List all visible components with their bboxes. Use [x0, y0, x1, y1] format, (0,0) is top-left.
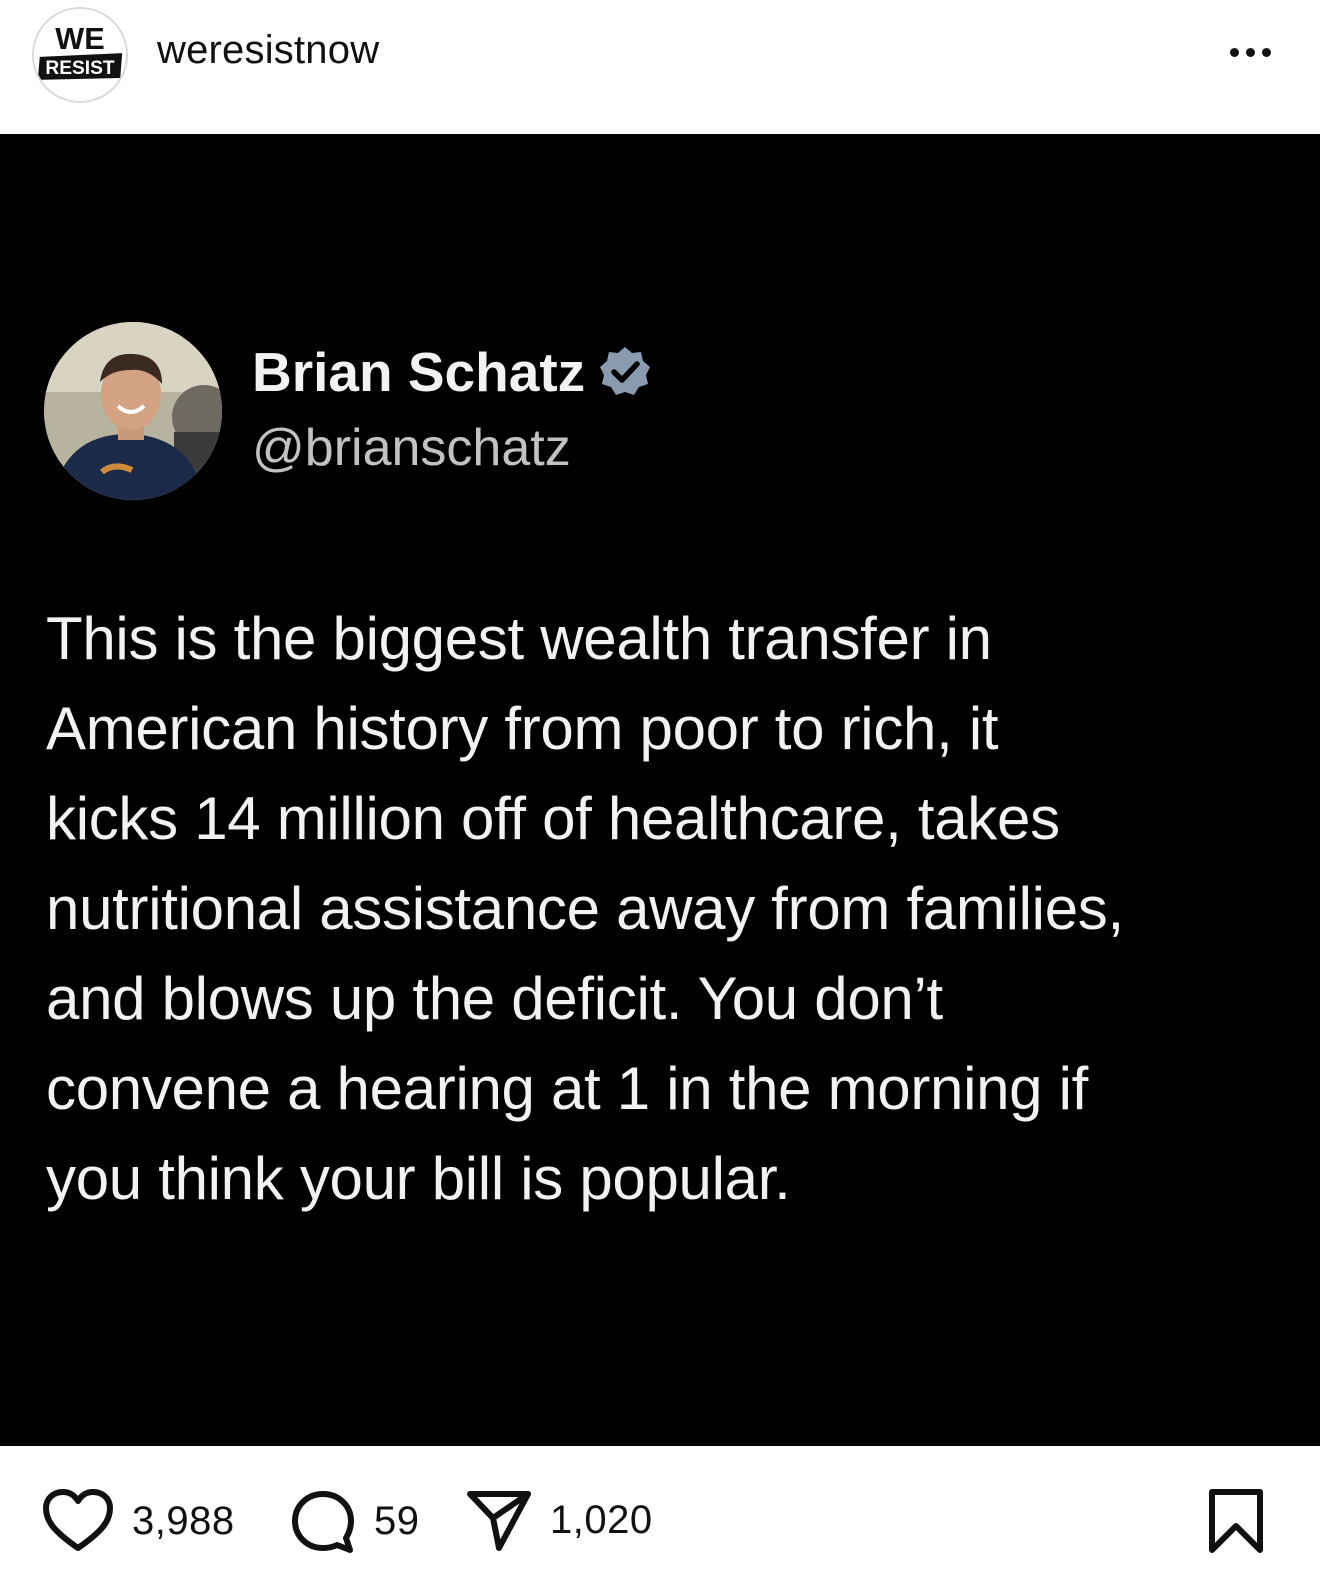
- send-icon: [467, 1491, 531, 1551]
- post-image-tweet-screenshot[interactable]: Brian Schatz @brianschatz This is the bi…: [0, 134, 1320, 1446]
- account-username[interactable]: weresistnow: [157, 28, 379, 73]
- bookmark-icon: [1209, 1489, 1263, 1553]
- comment-count: 59: [374, 1498, 420, 1543]
- heart-icon: [43, 1489, 113, 1551]
- share-button[interactable]: 1,020: [466, 1488, 653, 1552]
- tweet-line: you think your bill is popular.: [46, 1145, 791, 1212]
- logo-text-we: WE: [55, 22, 104, 56]
- logo-text-resist: RESIST: [45, 58, 114, 79]
- post-header: WE RESIST weresistnow: [0, 0, 1320, 134]
- more-horizontal-icon: [1229, 47, 1239, 57]
- author-photo-illustration: [44, 322, 222, 500]
- tweet-line: convene a hearing at 1 in the morning if: [46, 1055, 1089, 1122]
- comment-icon: [292, 1491, 354, 1553]
- tweet-author-name-text: Brian Schatz: [252, 341, 586, 403]
- tweet-line: American history from poor to rich, it: [46, 695, 999, 762]
- comment-button[interactable]: 59: [290, 1488, 420, 1554]
- tweet-line: and blows up the deficit. You don’t: [46, 965, 943, 1032]
- tweet-line: This is the biggest wealth transfer in: [46, 605, 992, 672]
- more-options-button[interactable]: [1220, 30, 1280, 74]
- tweet-line: nutritional assistance away from familie…: [46, 875, 1124, 942]
- share-count: 1,020: [550, 1497, 653, 1542]
- tweet-body: This is the biggest wealth transfer in A…: [46, 594, 1308, 1224]
- more-dot: [1261, 47, 1271, 57]
- more-dot: [1245, 47, 1255, 57]
- we-resist-logo: WE RESIST: [34, 9, 126, 101]
- tweet-author-photo: [44, 322, 222, 500]
- instagram-post: WE RESIST weresistnow Brian Schatz @bria…: [0, 0, 1320, 1577]
- like-count: 3,988: [132, 1498, 235, 1543]
- verified-badge-icon: [597, 344, 653, 400]
- like-button[interactable]: 3,988: [42, 1488, 235, 1554]
- bookmark-button[interactable]: [1206, 1488, 1266, 1559]
- tweet-line: kicks 14 million off of healthcare, take…: [46, 785, 1060, 852]
- account-avatar[interactable]: WE RESIST: [32, 7, 128, 103]
- tweet-author-handle: @brianschatz: [252, 419, 571, 477]
- tweet-author-name: Brian Schatz: [252, 340, 653, 404]
- post-action-bar: 3,988 59 1,020: [0, 1446, 1320, 1577]
